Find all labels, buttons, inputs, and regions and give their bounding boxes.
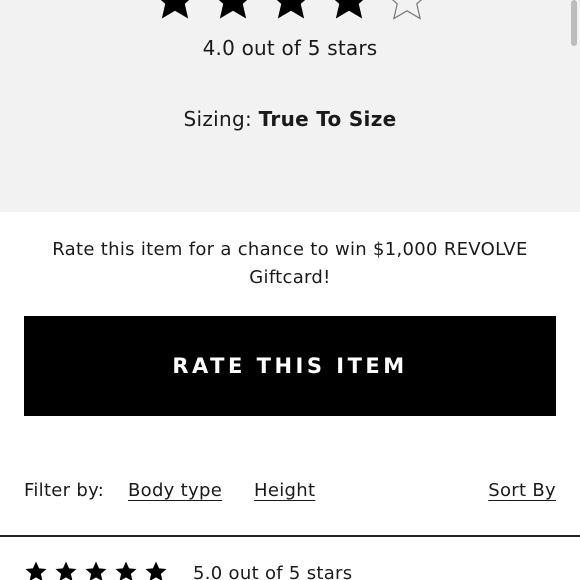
filter-bar: Filter by: Body type Height Sort By — [24, 478, 556, 506]
star-filled-icon — [84, 560, 108, 580]
star-filled-icon — [151, 0, 199, 24]
star-empty-icon — [383, 0, 431, 24]
star-filled-icon — [114, 560, 138, 580]
sort-by-link[interactable]: Sort By — [488, 480, 556, 501]
filter-by-label: Filter by: — [24, 480, 105, 501]
star-filled-icon — [144, 560, 168, 580]
filter-height-link[interactable]: Height — [254, 480, 315, 501]
star-filled-icon — [24, 560, 48, 580]
divider — [0, 535, 580, 537]
rating-summary-panel: 4.0 out of 5 stars Sizing: True To Size — [0, 0, 580, 212]
star-filled-icon — [325, 0, 373, 24]
overall-star-rating — [151, 0, 431, 24]
rate-this-item-button[interactable]: RATE THIS ITEM — [24, 316, 556, 416]
star-filled-icon — [209, 0, 257, 24]
sizing-label: Sizing: — [183, 107, 259, 131]
sizing-info: Sizing: True To Size — [0, 107, 580, 131]
review-star-rating — [24, 560, 168, 580]
promo-text: Rate this item for a chance to win $1,00… — [52, 239, 528, 288]
filter-body-type-link[interactable]: Body type — [128, 480, 222, 501]
sizing-value: True To Size — [258, 107, 397, 131]
star-filled-icon — [54, 560, 78, 580]
overall-rating-text: 4.0 out of 5 stars — [202, 36, 378, 60]
review-rating-text: 5.0 out of 5 stars — [193, 563, 353, 580]
star-filled-icon — [267, 0, 315, 24]
